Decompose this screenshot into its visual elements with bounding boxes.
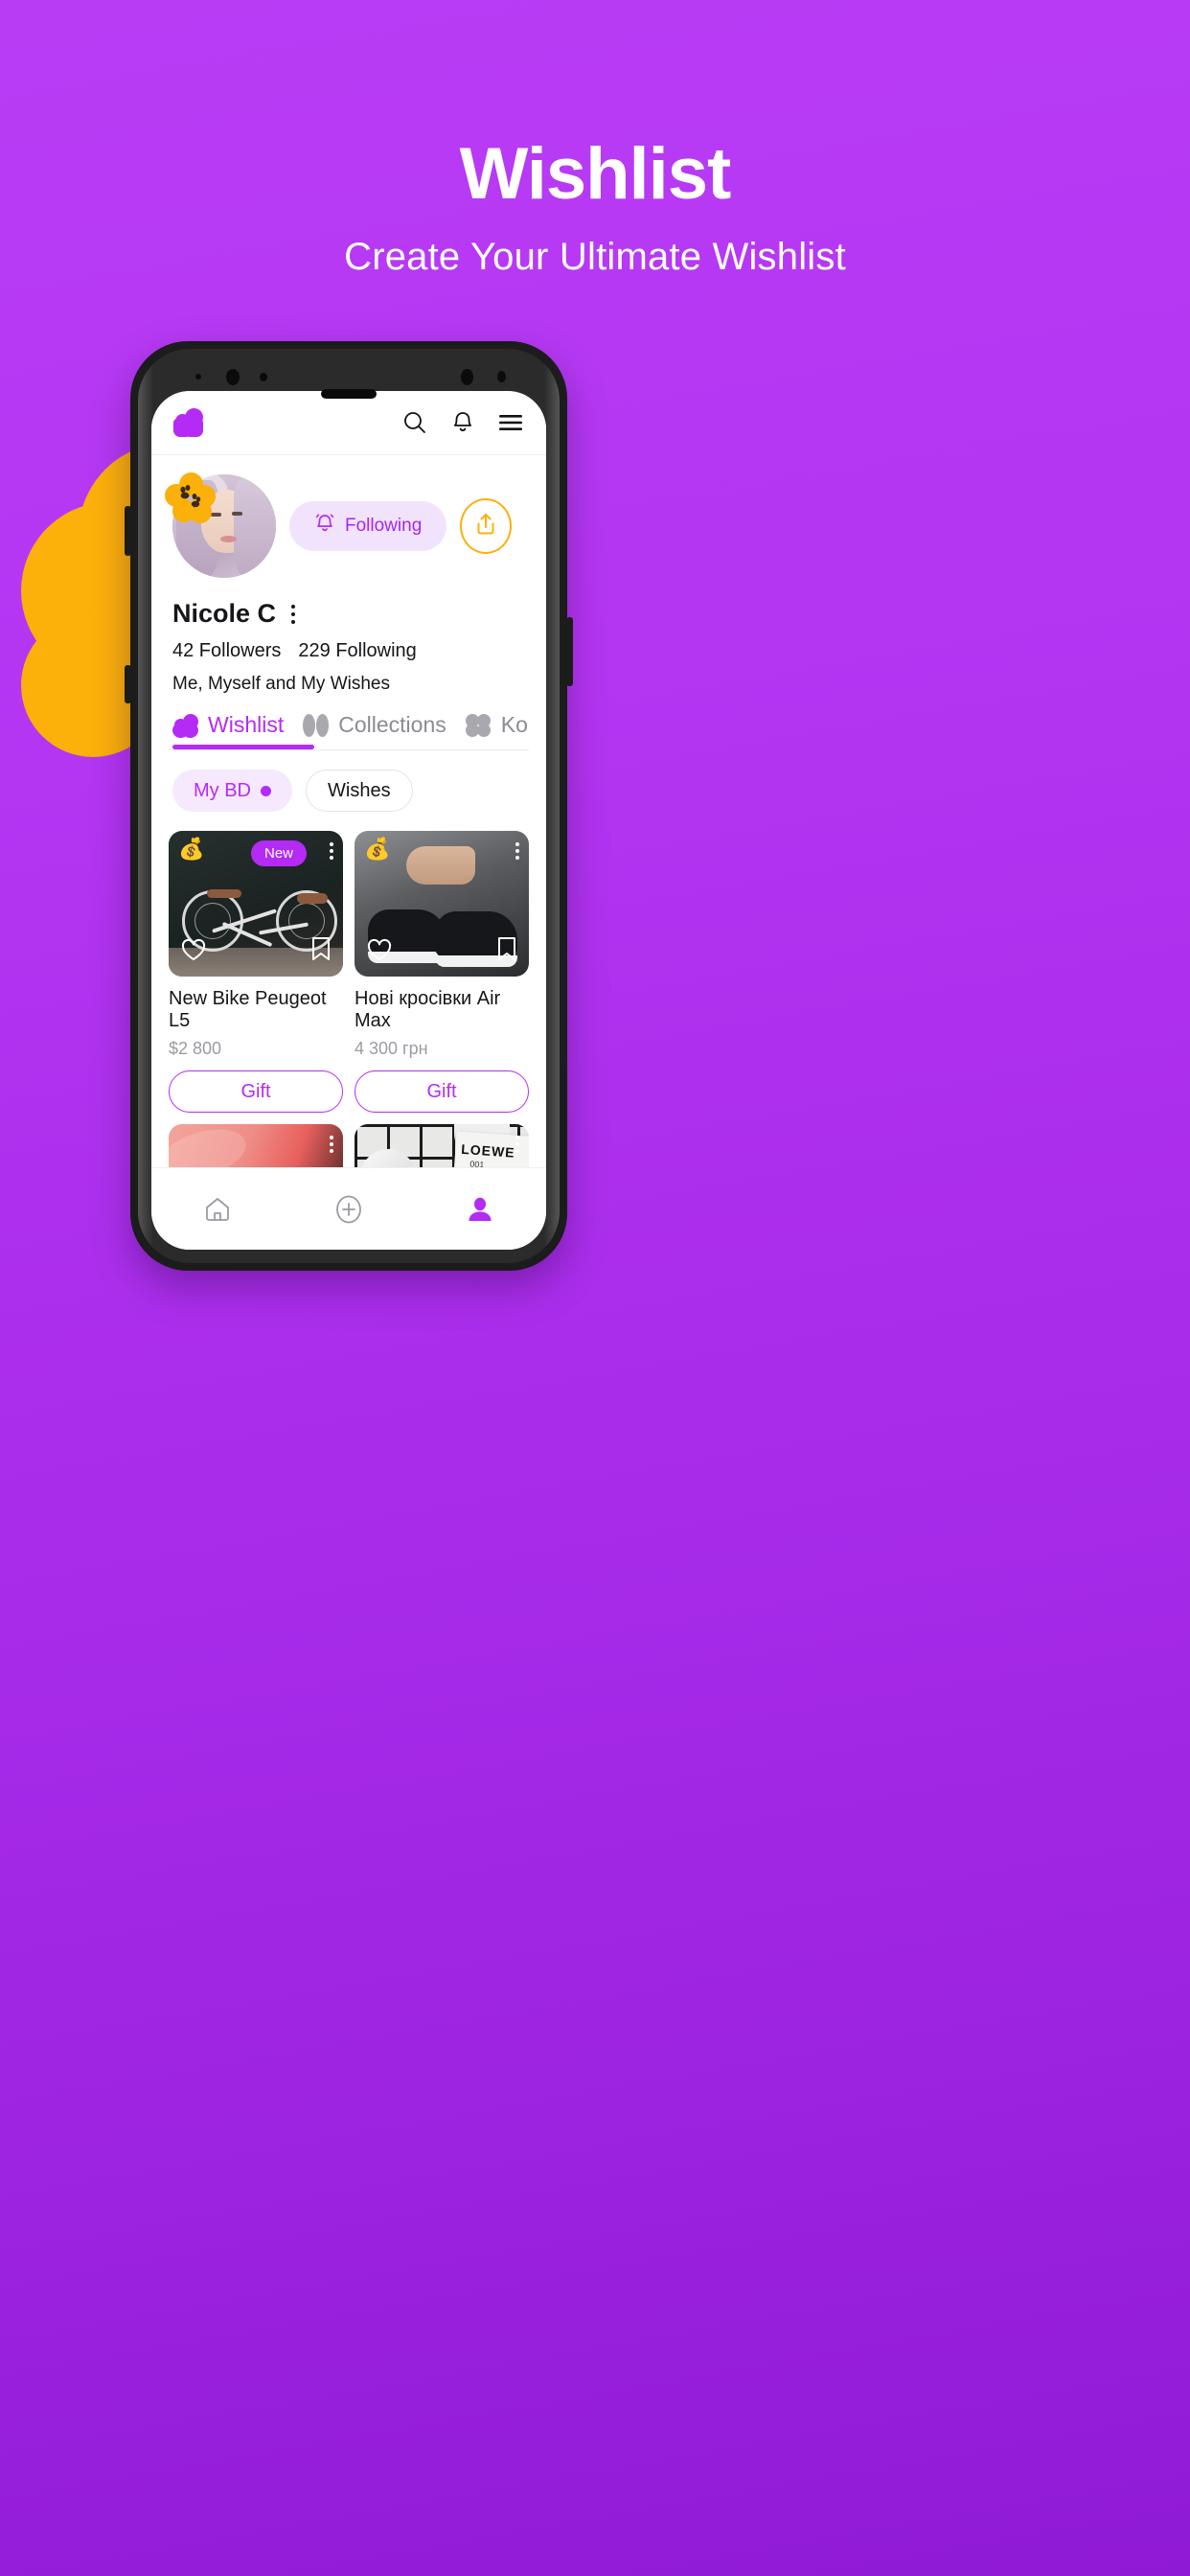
wishlist-card[interactable]: 💰 Нові кросівки Air Max 4 300 грн Gift [355, 831, 529, 1113]
sensor-dot [461, 369, 473, 385]
header-actions [400, 408, 525, 437]
bell-icon[interactable] [448, 408, 477, 437]
tab-ko-label: Ko [500, 712, 528, 737]
home-icon[interactable] [184, 1185, 251, 1233]
bezel-highlight-right [544, 349, 560, 1263]
wishlist-heart-logo[interactable] [172, 408, 205, 437]
tab-ko[interactable]: Ko [465, 712, 528, 749]
bookmark-icon[interactable] [496, 935, 517, 967]
collections-icon [303, 713, 330, 737]
tab-collections[interactable]: Collections [303, 712, 446, 749]
following-button[interactable]: Following [289, 501, 447, 551]
loewe-perfume-photo[interactable]: LOEWE 001 LOEWE [355, 1124, 529, 1167]
card-price: 4 300 грн [355, 1039, 428, 1058]
share-upload-icon [474, 512, 497, 541]
card-title: Нові кросівки Air Max [355, 988, 501, 1031]
card-kebab-menu-icon[interactable] [515, 1136, 519, 1153]
chip-wishes[interactable]: Wishes [306, 770, 413, 812]
earpiece-speaker [321, 389, 377, 399]
phone-mockup: Following Nicole C 42 Followers 229 Foll… [125, 341, 573, 1271]
following-count[interactable]: 229 Following [298, 640, 416, 662]
sensor-dot [497, 371, 506, 382]
wishlist-card[interactable] [169, 1124, 343, 1167]
wishlist-card[interactable]: 💰 New New Bike Peugeot L5 $2 800 Gift [169, 831, 343, 1113]
bottom-navigation [151, 1167, 546, 1250]
share-button[interactable] [460, 498, 513, 554]
followers-count[interactable]: 42 Followers [172, 640, 281, 662]
knots-icon [465, 713, 492, 737]
new-badge: New [250, 840, 307, 866]
money-bag-emoji: 💰 [364, 837, 391, 861]
like-heart-icon[interactable] [366, 937, 393, 967]
avatar-wrapper[interactable] [165, 472, 276, 578]
chip-my-bd[interactable]: My BD [172, 770, 292, 812]
heart-icon [172, 713, 199, 738]
phone-bezel: Following Nicole C 42 Followers 229 Foll… [138, 349, 560, 1263]
phone-sensor-row [138, 366, 560, 399]
app-content: Following Nicole C 42 Followers 229 Foll… [151, 391, 546, 1167]
volume-up-button[interactable] [125, 506, 131, 556]
profile-stats: 42 Followers 229 Following [151, 629, 546, 662]
flamingo-photo[interactable] [169, 1124, 343, 1167]
money-bag-emoji: 💰 [178, 837, 205, 861]
gift-button[interactable]: Gift [355, 1070, 529, 1113]
app-header [151, 391, 546, 454]
card-kebab-menu-icon[interactable] [330, 842, 333, 860]
profile-tabs: Wishlist Collections Ko [151, 695, 546, 749]
bicycle-photo[interactable]: 💰 New [169, 831, 343, 977]
bookmark-icon[interactable] [310, 935, 332, 967]
wishlist-card[interactable]: LOEWE 001 LOEWE [355, 1124, 529, 1167]
active-tab-underline [172, 745, 314, 749]
search-icon[interactable] [400, 408, 429, 437]
tab-wishlist-label: Wishlist [208, 712, 285, 737]
page-subtitle: Create Your Ultimate Wishlist [344, 235, 846, 278]
paw-flower-badge [165, 472, 217, 524]
gift-button[interactable]: Gift [169, 1070, 343, 1113]
add-plus-icon[interactable] [315, 1185, 382, 1233]
kebab-menu-icon[interactable] [287, 601, 299, 628]
card-price: $2 800 [169, 1039, 222, 1058]
profile-person-icon[interactable] [446, 1185, 514, 1233]
tab-collections-label: Collections [338, 712, 446, 737]
volume-down-button[interactable] [125, 665, 131, 703]
sensor-dot [195, 374, 201, 380]
bell-ring-icon [314, 512, 335, 540]
front-camera [226, 369, 240, 385]
page-title: Wishlist [459, 133, 732, 215]
phone-screen: Following Nicole C 42 Followers 229 Foll… [151, 391, 546, 1250]
card-title: New Bike Peugeot L5 [169, 988, 327, 1031]
following-button-label: Following [345, 516, 423, 536]
wishlist-grid: 💰 New New Bike Peugeot L5 $2 800 Gift 💰 … [151, 812, 546, 1167]
power-button[interactable] [566, 617, 573, 686]
hamburger-menu-icon[interactable] [496, 408, 525, 437]
profile-bio: Me, Myself and My Wishes [172, 674, 390, 694]
profile-name: Nicole C [172, 599, 277, 628]
card-kebab-menu-icon[interactable] [515, 842, 519, 860]
chip-my-bd-label: My BD [194, 779, 251, 801]
promo-header: Wishlist Create Your Ultimate Wishlist [0, 0, 1190, 279]
like-heart-icon[interactable] [180, 937, 207, 967]
sneakers-photo[interactable]: 💰 [355, 831, 529, 977]
profile-section: Following [151, 455, 546, 578]
sensor-dot [260, 373, 267, 381]
filter-chips: My BD Wishes [151, 750, 546, 812]
chip-dot-icon [261, 785, 271, 796]
profile-name-row: Nicole C [151, 578, 546, 629]
chip-wishes-label: Wishes [328, 779, 391, 801]
card-kebab-menu-icon[interactable] [330, 1136, 333, 1153]
